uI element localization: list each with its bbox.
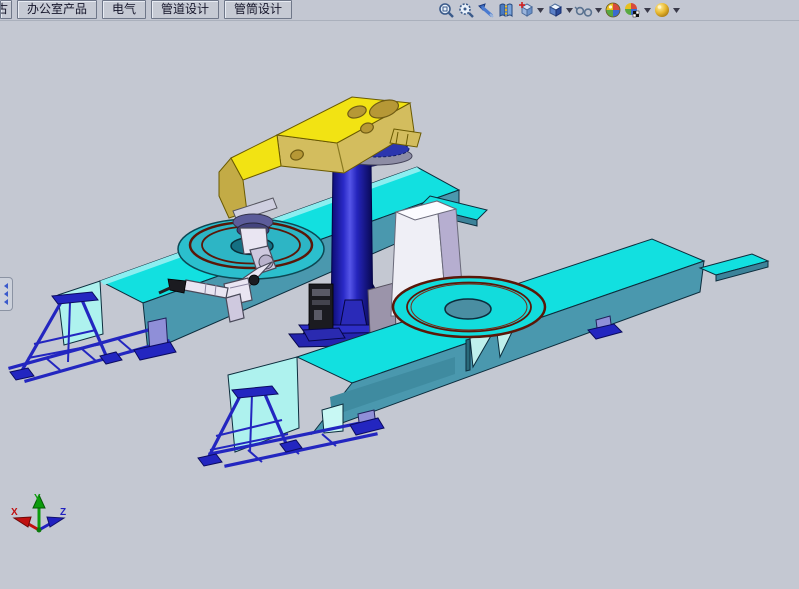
- triad-x-label: X: [11, 507, 18, 518]
- edit-appearance-button[interactable]: [603, 1, 623, 19]
- expand-arrow-icon: [4, 299, 8, 305]
- section-view-icon: [497, 1, 515, 19]
- scene-ball-icon: [623, 1, 643, 19]
- view-settings-dropdown[interactable]: [672, 1, 681, 19]
- display-style-icon: [546, 1, 564, 19]
- hide-show-items-button[interactable]: [574, 1, 594, 19]
- glasses-icon: [574, 1, 594, 19]
- view-orientation-button[interactable]: [516, 1, 536, 19]
- expand-arrow-icon: [4, 291, 8, 297]
- zoom-fit-icon: [437, 1, 455, 19]
- section-view-button[interactable]: [496, 1, 516, 19]
- solidworks-window: { "window": {"app": "SolidWorks 3D CAD v…: [0, 0, 799, 589]
- 3d-viewport[interactable]: X Y Z: [0, 0, 799, 589]
- hide-show-items-dropdown[interactable]: [594, 1, 603, 19]
- previous-view-button[interactable]: [476, 1, 496, 19]
- view-orientation-icon: [517, 1, 535, 19]
- appearance-ball-icon: [604, 1, 622, 19]
- view-settings-button[interactable]: [652, 1, 672, 19]
- right-rotary-ring[interactable]: [393, 277, 545, 337]
- apply-scene-dropdown[interactable]: [643, 1, 652, 19]
- triad-z-label: Z: [60, 507, 66, 518]
- orientation-triad: X Y Z: [11, 493, 66, 533]
- command-toolbar: 古 办公室产品 电气 管道设计 管筒设计: [0, 0, 799, 21]
- zoom-area-icon: [457, 1, 475, 19]
- previous-view-icon: [477, 1, 495, 19]
- zoom-to-fit-button[interactable]: [436, 1, 456, 19]
- tab-piping-design[interactable]: 管道设计: [151, 0, 219, 19]
- expand-arrow-icon: [4, 283, 8, 289]
- display-style-dropdown[interactable]: [565, 1, 574, 19]
- tab-electrical[interactable]: 电气: [102, 0, 146, 19]
- view-toolbar: [436, 1, 681, 19]
- gold-sphere-icon: [653, 1, 671, 19]
- view-orientation-dropdown[interactable]: [536, 1, 545, 19]
- feature-tree-collapsed-tab[interactable]: [0, 277, 13, 311]
- apply-scene-button[interactable]: [623, 1, 643, 19]
- tab-office-products[interactable]: 办公室产品: [17, 0, 97, 19]
- triad-y-label: Y: [34, 493, 41, 504]
- tab-partial[interactable]: 古: [0, 0, 12, 19]
- tab-tube-design[interactable]: 管筒设计: [224, 0, 292, 19]
- zoom-to-area-button[interactable]: [456, 1, 476, 19]
- commandmanager-tabs: 古 办公室产品 电气 管道设计 管筒设计: [0, 0, 292, 19]
- display-style-button[interactable]: [545, 1, 565, 19]
